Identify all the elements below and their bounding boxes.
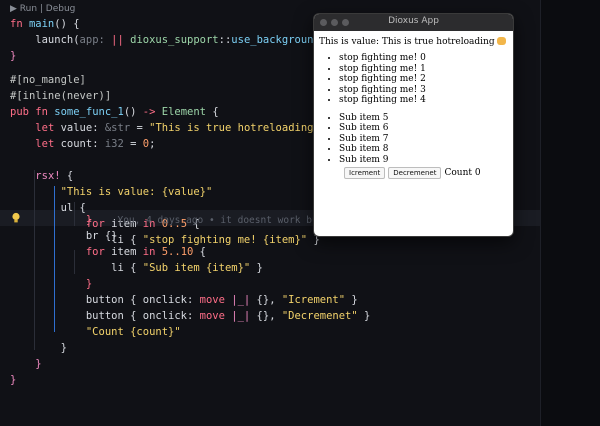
code-line[interactable]: } You, 4 days ago • it doesnt work but i xyxy=(10,212,335,228)
code-line[interactable]: br {} xyxy=(10,228,118,244)
code-line[interactable]: li { "Sub item {item}" } xyxy=(10,260,263,276)
code-line[interactable]: "Count {count}" xyxy=(10,324,181,340)
code-line[interactable]: } xyxy=(10,48,16,64)
code-line[interactable]: button { onclick: move |_| {}, "Icrement… xyxy=(10,292,358,308)
list-item: Sub item 6 xyxy=(339,123,508,134)
list-stop-fighting: stop fighting me! 0 stop fighting me! 1 … xyxy=(319,53,508,106)
code-line[interactable]: button { onclick: move |_| {}, "Decremen… xyxy=(10,308,371,324)
window-titlebar[interactable]: Dioxus App xyxy=(314,14,513,31)
code-line[interactable]: let count: i32 = 0; xyxy=(10,136,155,152)
list-item: Sub item 7 xyxy=(339,134,508,145)
code-line[interactable]: fn main() { xyxy=(10,16,80,32)
list-item: stop fighting me! 3 xyxy=(339,85,508,96)
code-line[interactable]: #[no_mangle] xyxy=(10,72,86,88)
list-sub-items: Sub item 5 Sub item 6 Sub item 7 Sub ite… xyxy=(319,113,508,166)
list-item: stop fighting me! 2 xyxy=(339,74,508,85)
window-title: Dioxus App xyxy=(388,16,439,26)
list-item: Sub item 8 xyxy=(339,144,508,155)
code-line[interactable]: rsx! { xyxy=(10,168,73,184)
code-line[interactable]: pub fn some_func_1() -> Element { xyxy=(10,104,219,120)
code-line[interactable]: } xyxy=(10,340,67,356)
increment-button[interactable]: Icrement xyxy=(344,167,386,179)
list-item: stop fighting me! 4 xyxy=(339,95,508,106)
run-debug-codelens[interactable]: ▶ Run | Debug xyxy=(10,4,75,14)
editor-right-gutter xyxy=(540,0,600,426)
count-text: Count 0 xyxy=(444,168,481,178)
git-blame-ghost: You, 4 days ago • it doesnt work but i xyxy=(117,215,335,226)
list-item: stop fighting me! 1 xyxy=(339,64,508,75)
dioxus-app-window[interactable]: Dioxus App This is value: This is true h… xyxy=(313,13,514,237)
list-item: Sub item 5 xyxy=(339,113,508,124)
list-item: Sub item 9 xyxy=(339,155,508,166)
code-line[interactable]: #[inline(never)] xyxy=(10,88,111,104)
list-item: stop fighting me! 0 xyxy=(339,53,508,64)
decrement-button[interactable]: Decremenet xyxy=(388,167,442,179)
button-row: Icrement Decremenet Count 0 xyxy=(344,167,508,179)
value-text: This is value: This is true hotreloading xyxy=(319,37,508,47)
cat-emoji-icon xyxy=(497,37,507,45)
code-line[interactable]: for item in 5..10 { xyxy=(10,244,206,260)
code-line[interactable]: } xyxy=(10,276,92,292)
code-line[interactable]: "This is value: {value}" xyxy=(10,184,213,200)
code-line[interactable]: let value: &str = "This is true hotreloa… xyxy=(10,120,341,136)
code-line[interactable]: } xyxy=(10,372,16,388)
app-content: This is value: This is true hotreloading… xyxy=(314,31,513,185)
code-line[interactable]: } xyxy=(10,356,41,372)
